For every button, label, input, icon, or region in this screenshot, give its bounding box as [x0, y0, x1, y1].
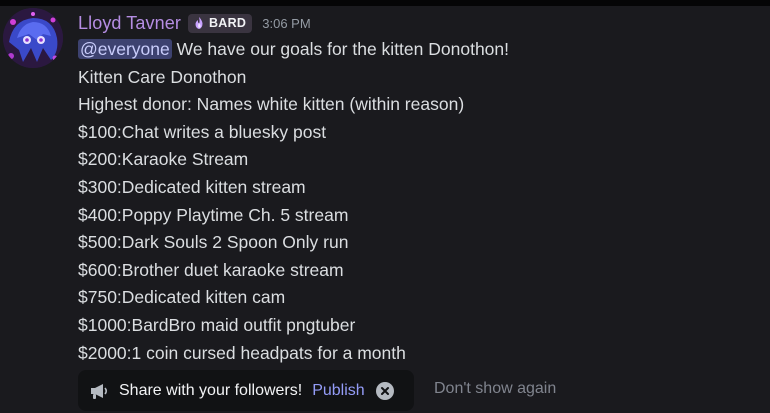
- share-prompt: Share with your followers! Publish: [78, 370, 414, 411]
- close-icon[interactable]: [375, 381, 394, 400]
- chat-screen: Lloyd Tavner BARD 3:06 PM @everyone We h…: [0, 0, 770, 413]
- dont-show-again-button[interactable]: Don't show again: [434, 380, 556, 398]
- purple-flame-icon: [195, 17, 203, 29]
- message-line: $400:Poppy Playtime Ch. 5 stream: [78, 204, 349, 225]
- message-text: We have our goals for the kitten Donotho…: [171, 39, 510, 59]
- message-line: Kitten Care Donothon: [78, 66, 247, 87]
- mention-everyone[interactable]: @everyone: [78, 39, 172, 59]
- timestamp: 3:06 PM: [262, 15, 311, 31]
- message-line: $200:Karaoke Stream: [78, 149, 249, 170]
- message-line: $2000:1 coin cursed headpats for a month: [78, 342, 406, 363]
- megaphone-icon: [88, 380, 110, 402]
- avatar-image: [3, 8, 63, 68]
- top-bar: [0, 0, 770, 6]
- message-line: $300:Dedicated kitten stream: [78, 176, 306, 197]
- message-line: $1000:BardBro maid outfit pngtuber: [78, 314, 356, 335]
- message-line: $100:Chat writes a bluesky post: [78, 121, 327, 142]
- message-line: $500:Dark Souls 2 Spoon Only run: [78, 232, 349, 253]
- author-name[interactable]: Lloyd Tavner: [78, 13, 181, 34]
- message-line: Highest donor: Names white kitten (withi…: [78, 94, 465, 115]
- message-line: $600:Brother duet karaoke stream: [78, 259, 344, 280]
- share-prompt-text: Share with your followers!: [119, 381, 303, 399]
- message-content: @everyone We have our goals for the kitt…: [78, 36, 758, 367]
- role-badge[interactable]: BARD: [187, 13, 253, 33]
- avatar[interactable]: [3, 8, 63, 68]
- message-header: Lloyd Tavner BARD 3:06 PM: [78, 11, 311, 35]
- message-line: @everyone We have our goals for the kitt…: [78, 36, 758, 64]
- badge-label: BARD: [208, 16, 247, 30]
- publish-button[interactable]: Publish: [312, 382, 364, 400]
- message-line: $750:Dedicated kitten cam: [78, 287, 286, 308]
